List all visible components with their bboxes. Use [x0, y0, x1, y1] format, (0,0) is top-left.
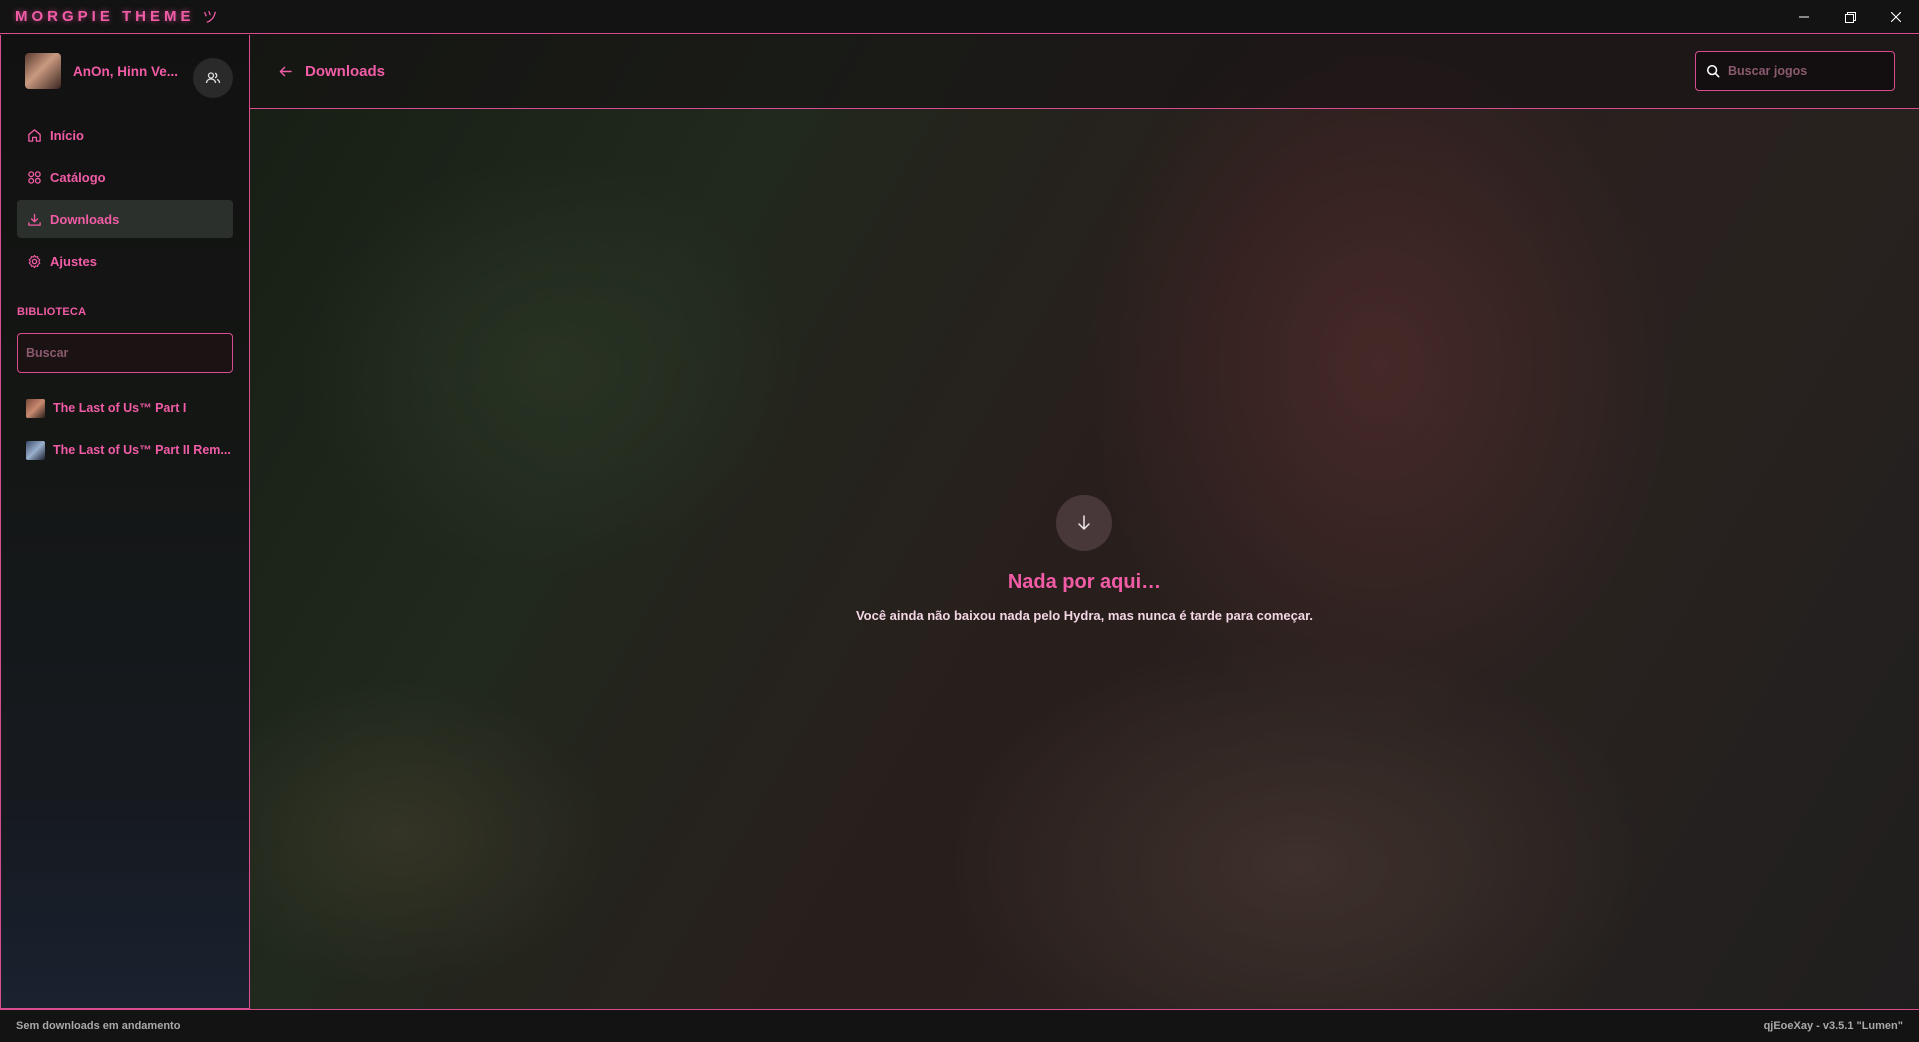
empty-state-title: Nada por aqui… — [1007, 571, 1162, 593]
library-title: BIBLIOTECA — [17, 306, 87, 318]
sidebar-item-label: Ajustes — [50, 253, 97, 269]
game-title: The Last of Us™ Part II Rem... — [53, 443, 231, 457]
sidebar-item-catalog[interactable]: Catálogo — [17, 158, 233, 196]
game-thumbnail — [26, 440, 45, 460]
list-item[interactable]: The Last of Us™ Part I — [17, 393, 233, 423]
empty-state-icon-circle — [1056, 495, 1112, 551]
friends-button[interactable] — [193, 58, 233, 98]
sidebar-nav: Início Catálogo Downloads Ajustes — [1, 116, 249, 280]
page-header: Downloads — [250, 35, 1919, 109]
avatar[interactable] — [25, 53, 61, 89]
version-info: qjEoeXay - v3.5.1 "Lumen" — [1763, 1020, 1903, 1032]
list-item[interactable]: The Last of Us™ Part II Rem... — [17, 435, 233, 465]
library-search-input[interactable] — [26, 346, 232, 360]
download-icon — [26, 211, 42, 227]
title-bar: MORGPIE THEME ツ — [0, 0, 1919, 34]
search-icon — [1706, 64, 1720, 78]
game-search-input[interactable] — [1728, 64, 1878, 78]
title-mark: ツ — [202, 9, 218, 26]
game-thumbnail — [26, 398, 45, 418]
library-game-list: The Last of Us™ Part I The Last of Us™ P… — [1, 393, 249, 465]
sidebar-item-settings[interactable]: Ajustes — [17, 242, 233, 280]
users-icon — [205, 72, 221, 84]
gear-icon — [26, 253, 42, 269]
sidebar-item-label: Downloads — [50, 211, 120, 227]
minimize-button[interactable] — [1781, 0, 1827, 34]
window-controls — [1781, 0, 1919, 34]
restore-icon — [1844, 11, 1856, 23]
game-title: The Last of Us™ Part I — [53, 401, 187, 415]
main-content: Downloads Nada por aqui… Você ainda não … — [250, 35, 1919, 1009]
restore-button[interactable] — [1827, 0, 1873, 34]
sidebar-item-label: Catálogo — [50, 169, 106, 185]
close-button[interactable] — [1873, 0, 1919, 34]
game-search-box[interactable] — [1695, 51, 1895, 91]
page-title: Downloads — [305, 63, 386, 80]
profile-section[interactable]: AnOn, Hinn Ve... — [1, 35, 249, 107]
arrow-down-icon — [1078, 515, 1090, 530]
library-search-box[interactable] — [17, 333, 233, 373]
app-title: MORGPIE THEME — [15, 8, 195, 25]
download-status: Sem downloads em andamento — [16, 1020, 181, 1032]
home-icon — [26, 127, 42, 143]
status-bar: Sem downloads em andamento qjEoeXay - v3… — [0, 1009, 1919, 1042]
profile-name[interactable]: AnOn, Hinn Ve... — [73, 64, 178, 79]
grid-icon — [26, 169, 42, 185]
sidebar: AnOn, Hinn Ve... Início Catálogo Downloa… — [0, 35, 250, 1009]
back-button[interactable] — [276, 63, 294, 81]
arrow-left-icon — [279, 66, 292, 77]
empty-state-text: Você ainda não baixou nada pelo Hydra, m… — [855, 608, 1314, 623]
close-icon — [1891, 12, 1901, 22]
sidebar-item-label: Início — [50, 127, 84, 143]
sidebar-item-downloads[interactable]: Downloads — [17, 200, 233, 238]
sidebar-item-home[interactable]: Início — [17, 116, 233, 154]
minimize-icon — [1799, 16, 1809, 18]
empty-state: Nada por aqui… Você ainda não baixou nad… — [250, 495, 1919, 623]
